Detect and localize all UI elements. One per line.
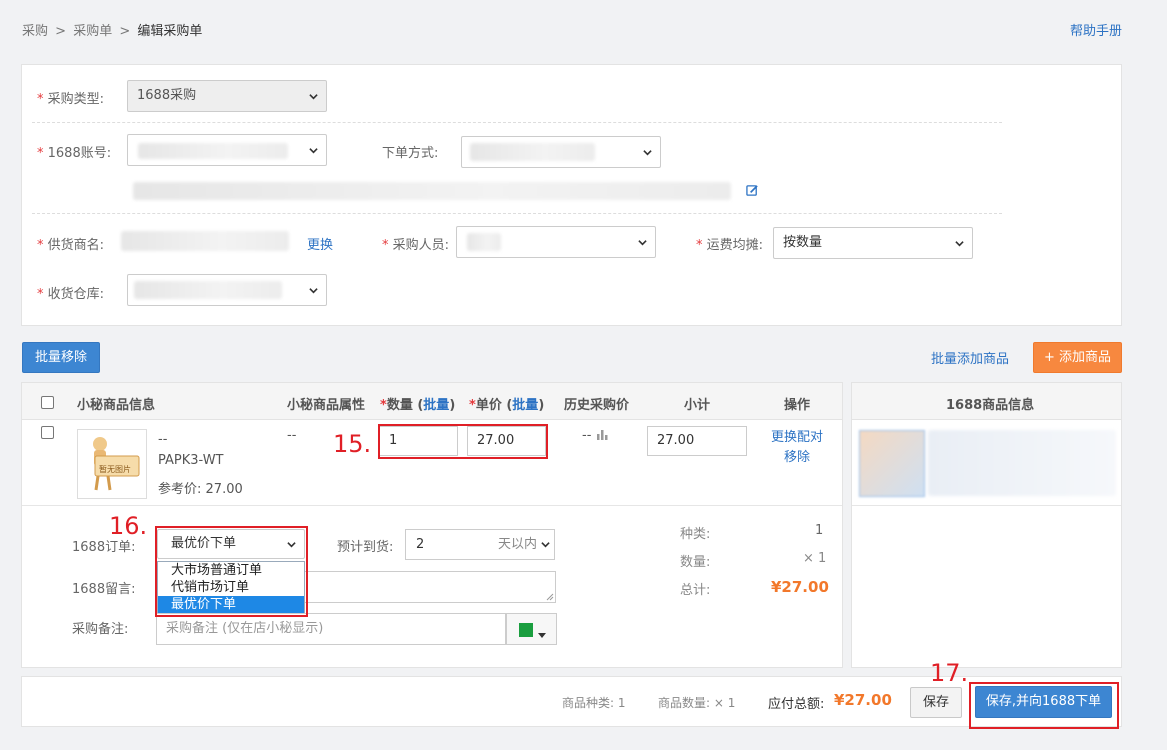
- history-price: --: [582, 428, 609, 444]
- warehouse-label: * 收货仓库:: [37, 287, 105, 302]
- product-attr: --: [287, 428, 297, 443]
- select-all-checkbox[interactable]: [41, 396, 54, 409]
- note-label: 采购备注:: [72, 622, 129, 637]
- qty-batch-link[interactable]: 批量: [423, 398, 449, 413]
- header-subtotal: 小计: [684, 398, 711, 413]
- arrival-unit: 天以内: [498, 537, 538, 552]
- order-method-label: 下单方式:: [382, 146, 439, 161]
- caret-down-icon: [538, 627, 546, 642]
- annotation-label-17: 17.: [930, 659, 969, 687]
- remove-link[interactable]: 移除: [784, 446, 810, 465]
- product-name: --: [158, 432, 168, 447]
- product-1688-thumbnail: [859, 430, 925, 497]
- price-batch-link[interactable]: 批量: [512, 398, 538, 413]
- footer-count: 商品数量: × 1: [658, 696, 736, 710]
- annotation-label-15: 15.: [333, 430, 372, 458]
- panel-1688-title: 1688商品信息: [946, 398, 1035, 413]
- bar-chart-icon[interactable]: [596, 429, 609, 444]
- freight-label: * 运费均摊:: [696, 238, 764, 253]
- chevron-down-icon: [309, 286, 318, 295]
- batch-remove-button[interactable]: 批量移除: [22, 342, 100, 373]
- header-product-attr: 小秘商品属性: [287, 398, 366, 413]
- no-image-label: 暂无图片: [99, 465, 131, 474]
- purchase-type-label: * 采购类型:: [37, 92, 105, 107]
- arrival-days-input[interactable]: 2 天以内: [405, 529, 555, 560]
- breadcrumb: 采购 > 采购单 > 编辑采购单: [22, 20, 202, 39]
- chevron-down-icon: [955, 239, 964, 248]
- product-1688-info: [928, 430, 1116, 496]
- note-input[interactable]: 采购备注 (仅在店小秘显示): [156, 613, 506, 645]
- breadcrumb-item-purchase[interactable]: 采购: [22, 24, 48, 39]
- annotation-box-17: [969, 682, 1119, 729]
- breadcrumb-separator: >: [119, 24, 131, 39]
- product-1688-panel: [851, 382, 1122, 668]
- summary-count-label: 数量:: [680, 555, 711, 570]
- chevron-down-icon: [638, 238, 647, 247]
- summary-total-label: 总计:: [680, 583, 711, 598]
- flag-color-swatch: [519, 623, 533, 637]
- annotation-box-16: [155, 526, 308, 617]
- breadcrumb-item-orders[interactable]: 采购单: [73, 24, 112, 39]
- flag-color-picker[interactable]: [506, 613, 557, 645]
- product-sku: PAPK3-WT: [158, 453, 224, 468]
- form-divider: [32, 122, 1002, 123]
- header-unit-price: *单价 (批量): [469, 398, 545, 413]
- account-label: * 1688账号:: [37, 146, 112, 161]
- change-pairing-link[interactable]: 更换配对: [771, 426, 823, 445]
- header-operations: 操作: [784, 398, 811, 413]
- add-product-button[interactable]: + 添加商品: [1033, 342, 1122, 373]
- annotation-box-15: [378, 424, 548, 459]
- account-address-text: [133, 182, 731, 200]
- freight-select[interactable]: 按数量: [773, 227, 973, 259]
- summary-kinds-value: 1: [815, 523, 824, 538]
- save-button[interactable]: 保存: [910, 687, 962, 718]
- account-select[interactable]: [127, 134, 327, 166]
- product-image-placeholder: 暂无图片: [77, 429, 147, 499]
- edit-icon[interactable]: [746, 184, 759, 197]
- footer-pay-label: 应付总额:: [768, 697, 825, 712]
- header-product-info: 小秘商品信息: [77, 398, 156, 413]
- row-checkbox[interactable]: [41, 426, 54, 439]
- form-divider: [32, 213, 1002, 214]
- breadcrumb-current: 编辑采购单: [137, 24, 203, 39]
- help-manual-link[interactable]: 帮助手册: [1070, 20, 1122, 39]
- chevron-down-icon: [541, 540, 550, 549]
- change-supplier-link[interactable]: 更换: [307, 234, 333, 253]
- supplier-label: * 供货商名:: [37, 238, 105, 253]
- buyer-label: * 采购人员:: [382, 238, 450, 253]
- row-divider: [22, 505, 842, 506]
- message-label: 1688留言:: [72, 582, 136, 597]
- supplier-name-text: [121, 231, 289, 251]
- warehouse-select[interactable]: [127, 274, 327, 306]
- summary-total-value: ¥27.00: [771, 578, 829, 596]
- header-quantity: *数量 (批量): [380, 398, 456, 413]
- summary-count-value: × 1: [803, 551, 827, 566]
- footer-pay-value: ¥27.00: [834, 691, 892, 709]
- subtotal-input[interactable]: 27.00: [647, 426, 747, 456]
- breadcrumb-separator: >: [55, 24, 67, 39]
- chevron-down-icon: [643, 148, 652, 157]
- footer-kinds: 商品种类: 1: [562, 696, 626, 710]
- purchase-type-select[interactable]: 1688采购: [127, 80, 327, 112]
- product-ref-price: 参考价: 27.00: [158, 482, 243, 497]
- arrival-label: 预计到货:: [337, 540, 394, 555]
- message-textarea[interactable]: [305, 571, 556, 603]
- batch-add-products-link[interactable]: 批量添加商品: [931, 348, 1009, 367]
- panel-1688-divider: [852, 505, 1121, 506]
- summary-kinds-label: 种类:: [680, 527, 711, 542]
- chevron-down-icon: [309, 92, 318, 101]
- header-history-price: 历史采购价: [564, 398, 630, 413]
- annotation-label-16: 16.: [109, 512, 148, 540]
- chevron-down-icon: [309, 146, 318, 155]
- buyer-select[interactable]: [456, 226, 656, 258]
- order-method-select[interactable]: [461, 136, 661, 168]
